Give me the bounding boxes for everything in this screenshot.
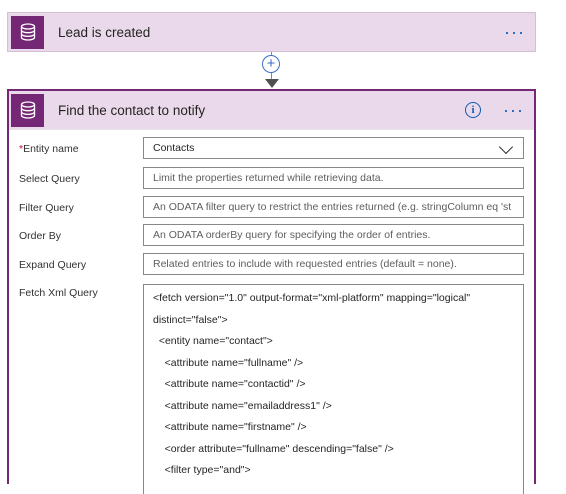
trigger-title: Lead is created — [58, 24, 151, 40]
more-options-icon[interactable]: ··· — [504, 23, 525, 41]
order-by-input[interactable]: An ODATA orderBy query for specifying th… — [143, 224, 524, 246]
info-icon[interactable]: i — [465, 102, 482, 118]
select-query-label: Select Query — [19, 173, 80, 185]
select-query-input[interactable]: Limit the properties returned while retr… — [143, 167, 524, 189]
xml-line: <fetch version="1.0" output-format="xml-… — [153, 292, 471, 304]
action-card: Find the contact to notify i ··· *Entity… — [7, 89, 536, 494]
database-icon — [11, 93, 44, 127]
chevron-down-icon — [498, 139, 514, 155]
entity-name-label: *Entity name — [19, 143, 79, 155]
more-options-icon[interactable]: ··· — [503, 101, 524, 119]
xml-line: <attribute name="firstname" /> — [153, 421, 307, 433]
xml-line: <order attribute="fullname" descending="… — [153, 442, 394, 455]
entity-name-value: Contacts — [153, 142, 195, 154]
trigger-card[interactable]: Lead is created ··· — [7, 12, 536, 52]
xml-line: <entity name="contact"> — [153, 335, 273, 347]
action-title: Find the contact to notify — [58, 102, 206, 118]
expand-query-input[interactable]: Related entries to include with requeste… — [143, 253, 524, 275]
arrow-down-icon — [265, 79, 279, 88]
action-header[interactable]: Find the contact to notify i ··· — [9, 91, 534, 130]
xml-line: <attribute name="contactid" /> — [153, 378, 306, 390]
fetch-xml-textarea[interactable]: <fetch version="1.0" output-format="xml-… — [143, 284, 524, 494]
filter-query-label: Filter Query — [19, 202, 74, 214]
xml-line: <attribute name="fullname" /> — [153, 356, 304, 369]
order-by-label: Order By — [19, 230, 62, 242]
entity-name-select[interactable]: Contacts — [143, 137, 524, 159]
fetch-xml-label: Fetch Xml Query — [19, 287, 98, 299]
xml-line: distinct="false"> — [153, 313, 228, 326]
filter-query-input[interactable]: An ODATA filter query to restrict the en… — [143, 196, 524, 218]
expand-query-label: Expand Query — [19, 259, 87, 271]
xml-line: <attribute name="emailaddress1" /> — [153, 399, 332, 412]
database-icon — [11, 15, 44, 49]
add-step-button[interactable]: + — [262, 55, 280, 73]
xml-line: <filter type="and"> — [153, 464, 251, 476]
